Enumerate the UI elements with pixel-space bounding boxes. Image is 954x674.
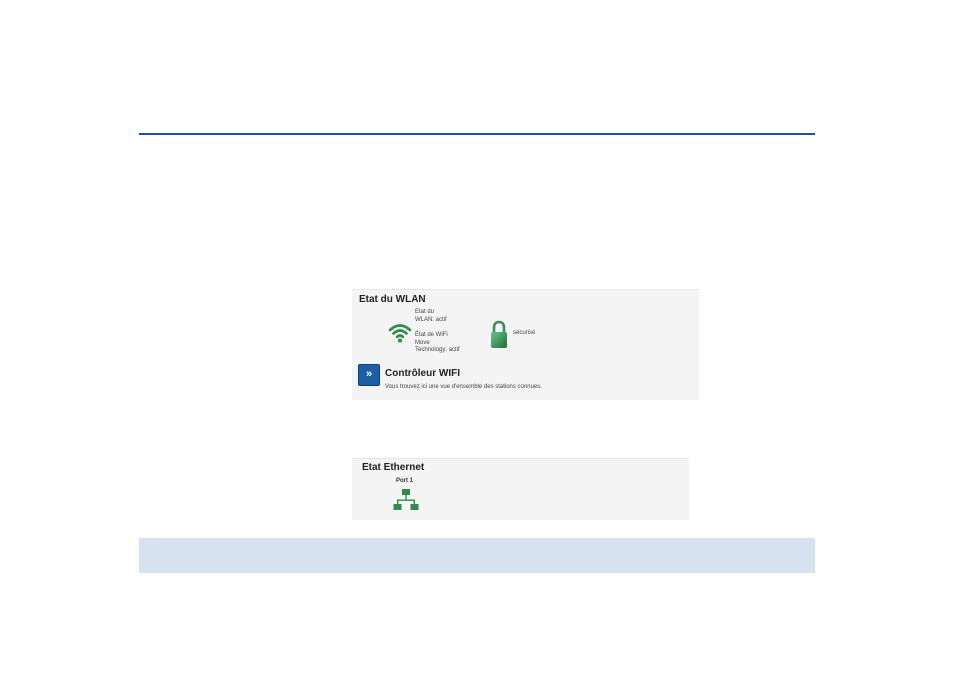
double-chevron-right-icon: » <box>365 368 373 380</box>
wifi-move-line: État de WiFi <box>415 332 448 338</box>
wlan-panel-title: Etat du WLAN <box>359 294 426 305</box>
ethernet-status-panel: Etat Ethernet Port 1 <box>352 458 689 520</box>
wifi-controller-button[interactable]: » <box>358 364 380 386</box>
security-label: sécurisé <box>513 330 536 336</box>
wifi-icon <box>388 324 412 343</box>
wlan-status-line: WLAN: actif <box>415 316 447 323</box>
port-label: Port 1 <box>396 478 414 484</box>
lock-icon <box>491 320 507 348</box>
wlan-status-line: Etat du <box>415 309 435 315</box>
wifi-controller-title[interactable]: Contrôleur WIFI <box>385 368 460 379</box>
header-rule <box>139 133 815 135</box>
wifi-controller-description: Vous trouvez ici une vue d'ensemble des … <box>385 384 542 390</box>
network-icon <box>393 489 419 510</box>
ethernet-panel-title: Etat Ethernet <box>362 462 425 473</box>
wifi-move-line: Move <box>415 339 430 346</box>
wifi-move-line: Technology: actif <box>415 347 460 353</box>
footer-band <box>139 538 815 573</box>
wlan-status-panel: Etat du WLAN Etat du WLAN: actif État de… <box>352 289 699 400</box>
wlan-status-text: Etat du WLAN: actif État de WiFi Move Te… <box>415 309 495 355</box>
